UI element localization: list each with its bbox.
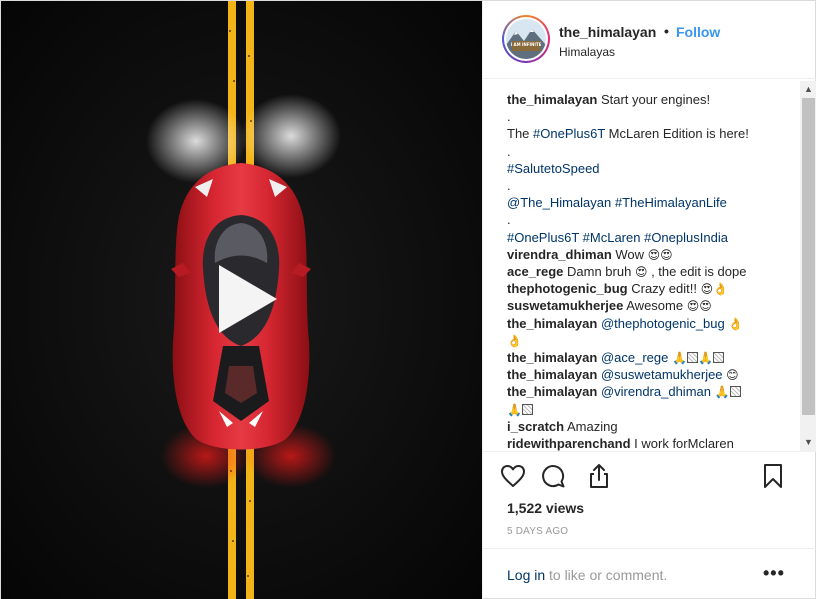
views-count[interactable]: 1,522 views <box>507 500 584 516</box>
bookmark-icon <box>764 464 782 488</box>
post-video[interactable] <box>1 1 482 599</box>
emoji: 😍😍 <box>647 247 673 262</box>
comment-item: thephotogenic_bug Crazy edit!! 😍👌 <box>507 280 795 297</box>
login-prompt-text: to like or comment. <box>549 567 668 583</box>
mention-link[interactable]: @thephotogenic_bug <box>601 316 725 331</box>
play-icon <box>219 265 277 333</box>
post-actions: 1,522 views 5 DAYS AGO Log in to like or… <box>483 451 816 599</box>
comment-username[interactable]: the_himalayan <box>507 367 597 382</box>
comment-text: Damn bruh <box>567 264 635 280</box>
emoji: 👌 <box>507 333 522 348</box>
hashtag-link[interactable]: #SalutetoSpeed <box>507 161 600 176</box>
mention-link[interactable]: @suswetamukherjee <box>601 367 723 382</box>
post-side-panel: I AM INFINITE the_himalayan • Follow Him… <box>482 1 816 599</box>
emoji: 👌 <box>728 316 744 331</box>
comment-item: the_himalayan @suswetamukherjee 😊 <box>507 366 795 383</box>
comment-item: the_himalayan @ace_rege 🙏 🙏 <box>507 349 795 366</box>
caption-dot: . <box>507 212 511 228</box>
hashtag-link[interactable]: #OnePlus6T <box>507 230 579 245</box>
comment-username[interactable]: suswetamukherjee <box>507 298 623 313</box>
comment-item: ace_rege Damn bruh 😍 , the edit is dope <box>507 263 795 280</box>
comment-username[interactable]: the_himalayan <box>507 384 597 399</box>
comment-username[interactable]: i_scratch <box>507 419 564 434</box>
comment-icon <box>542 465 565 488</box>
comment-text: Wow <box>615 246 648 262</box>
mention-link[interactable]: @ace_rege <box>601 350 668 365</box>
post-timestamp[interactable]: 5 DAYS AGO <box>507 526 568 537</box>
unknown-glyph-icon <box>686 352 698 364</box>
comment-username[interactable]: ace_rege <box>507 264 563 279</box>
caption-dot: . <box>507 109 511 125</box>
comment-text: , the edit is dope <box>647 264 747 280</box>
comment-text: Crazy edit!! <box>631 281 701 297</box>
unknown-glyph-icon <box>521 403 533 415</box>
login-link[interactable]: Log in <box>507 567 545 583</box>
like-button[interactable] <box>499 462 527 490</box>
mention-link[interactable]: @virendra_dhiman <box>601 384 711 399</box>
hashtag-link[interactable]: #TheHimalayanLife <box>615 195 727 210</box>
caption-dot: . <box>507 143 511 159</box>
scroll-down-arrow-icon[interactable]: ▼ <box>800 434 816 451</box>
hashtag-link[interactable]: #OneplusIndia <box>644 230 728 245</box>
emoji: 🙏 <box>714 385 730 400</box>
avatar[interactable]: I AM INFINITE <box>502 15 550 63</box>
post-username[interactable]: the_himalayan <box>559 24 656 40</box>
comment-item: i_scratch Amazing <box>507 418 795 435</box>
comment-username[interactable]: thephotogenic_bug <box>507 281 628 296</box>
caption: the_himalayan Start your engines! . The … <box>507 91 795 246</box>
comments-list[interactable]: the_himalayan Start your engines! . The … <box>483 81 816 451</box>
share-icon <box>590 464 608 488</box>
avatar-image: I AM INFINITE <box>506 19 546 59</box>
emoji: 😊 <box>726 368 739 383</box>
comment-item: ridewithparenchand I work forMclaren <box>507 435 795 451</box>
save-button[interactable] <box>759 462 787 490</box>
post-header: I AM INFINITE the_himalayan • Follow Him… <box>483 1 816 79</box>
share-button[interactable] <box>585 462 613 490</box>
emoji: 😍👌 <box>700 282 729 297</box>
caption-line-text: The <box>507 126 534 142</box>
comment-username[interactable]: the_himalayan <box>507 316 597 331</box>
unknown-glyph-icon <box>729 386 741 398</box>
hashtag-link[interactable]: #OnePlus6T <box>533 126 605 141</box>
more-icon[interactable]: ••• <box>763 563 785 584</box>
comment-button[interactable] <box>539 462 567 490</box>
caption-text: Start your engines! <box>600 92 711 107</box>
heart-icon <box>501 465 525 487</box>
caption-line-text: McLaren Edition is here! <box>605 126 749 142</box>
comment-username[interactable]: virendra_dhiman <box>507 247 612 262</box>
play-button[interactable] <box>205 259 285 339</box>
comment-item: suswetamukherjee Awesome 😍😍 <box>507 297 795 314</box>
caption-dot: . <box>507 178 511 194</box>
comment-text: I work forMclaren <box>634 436 734 451</box>
avatar-text: I AM INFINITE <box>511 42 542 47</box>
comment-item: the_himalayan @virendra_dhiman 🙏 🙏 <box>507 383 795 417</box>
comment-text: Awesome <box>626 298 687 314</box>
caption-username[interactable]: the_himalayan <box>507 92 597 107</box>
emoji: 😍😍 <box>686 299 712 314</box>
comment-text: Amazing <box>567 418 618 434</box>
scrollbar-thumb[interactable] <box>802 98 815 415</box>
emoji: 🙏 <box>697 351 713 366</box>
scroll-up-arrow-icon[interactable]: ▲ <box>800 81 816 98</box>
emoji: 😍 <box>634 265 648 280</box>
emoji: 🙏 <box>507 402 522 417</box>
comment-item: virendra_dhiman Wow 😍😍 <box>507 246 795 263</box>
unknown-glyph-icon <box>712 352 724 364</box>
follow-button[interactable]: Follow <box>676 24 720 40</box>
comment-username[interactable]: ridewithparenchand <box>507 436 631 451</box>
emoji: 🙏 <box>671 351 687 366</box>
hashtag-link[interactable]: #McLaren <box>583 230 641 245</box>
comment-username[interactable]: the_himalayan <box>507 350 597 365</box>
comment-item: the_himalayan @thephotogenic_bug 👌 👌 <box>507 315 795 349</box>
login-prompt: Log in to like or comment. ••• <box>483 548 816 599</box>
post-location[interactable]: Himalayas <box>559 45 615 59</box>
instagram-post: I AM INFINITE the_himalayan • Follow Him… <box>0 0 816 599</box>
mention-link[interactable]: @The_Himalayan <box>507 195 611 210</box>
comments-scrollbar[interactable]: ▲ ▼ <box>800 81 816 451</box>
header-separator: • <box>664 23 669 39</box>
